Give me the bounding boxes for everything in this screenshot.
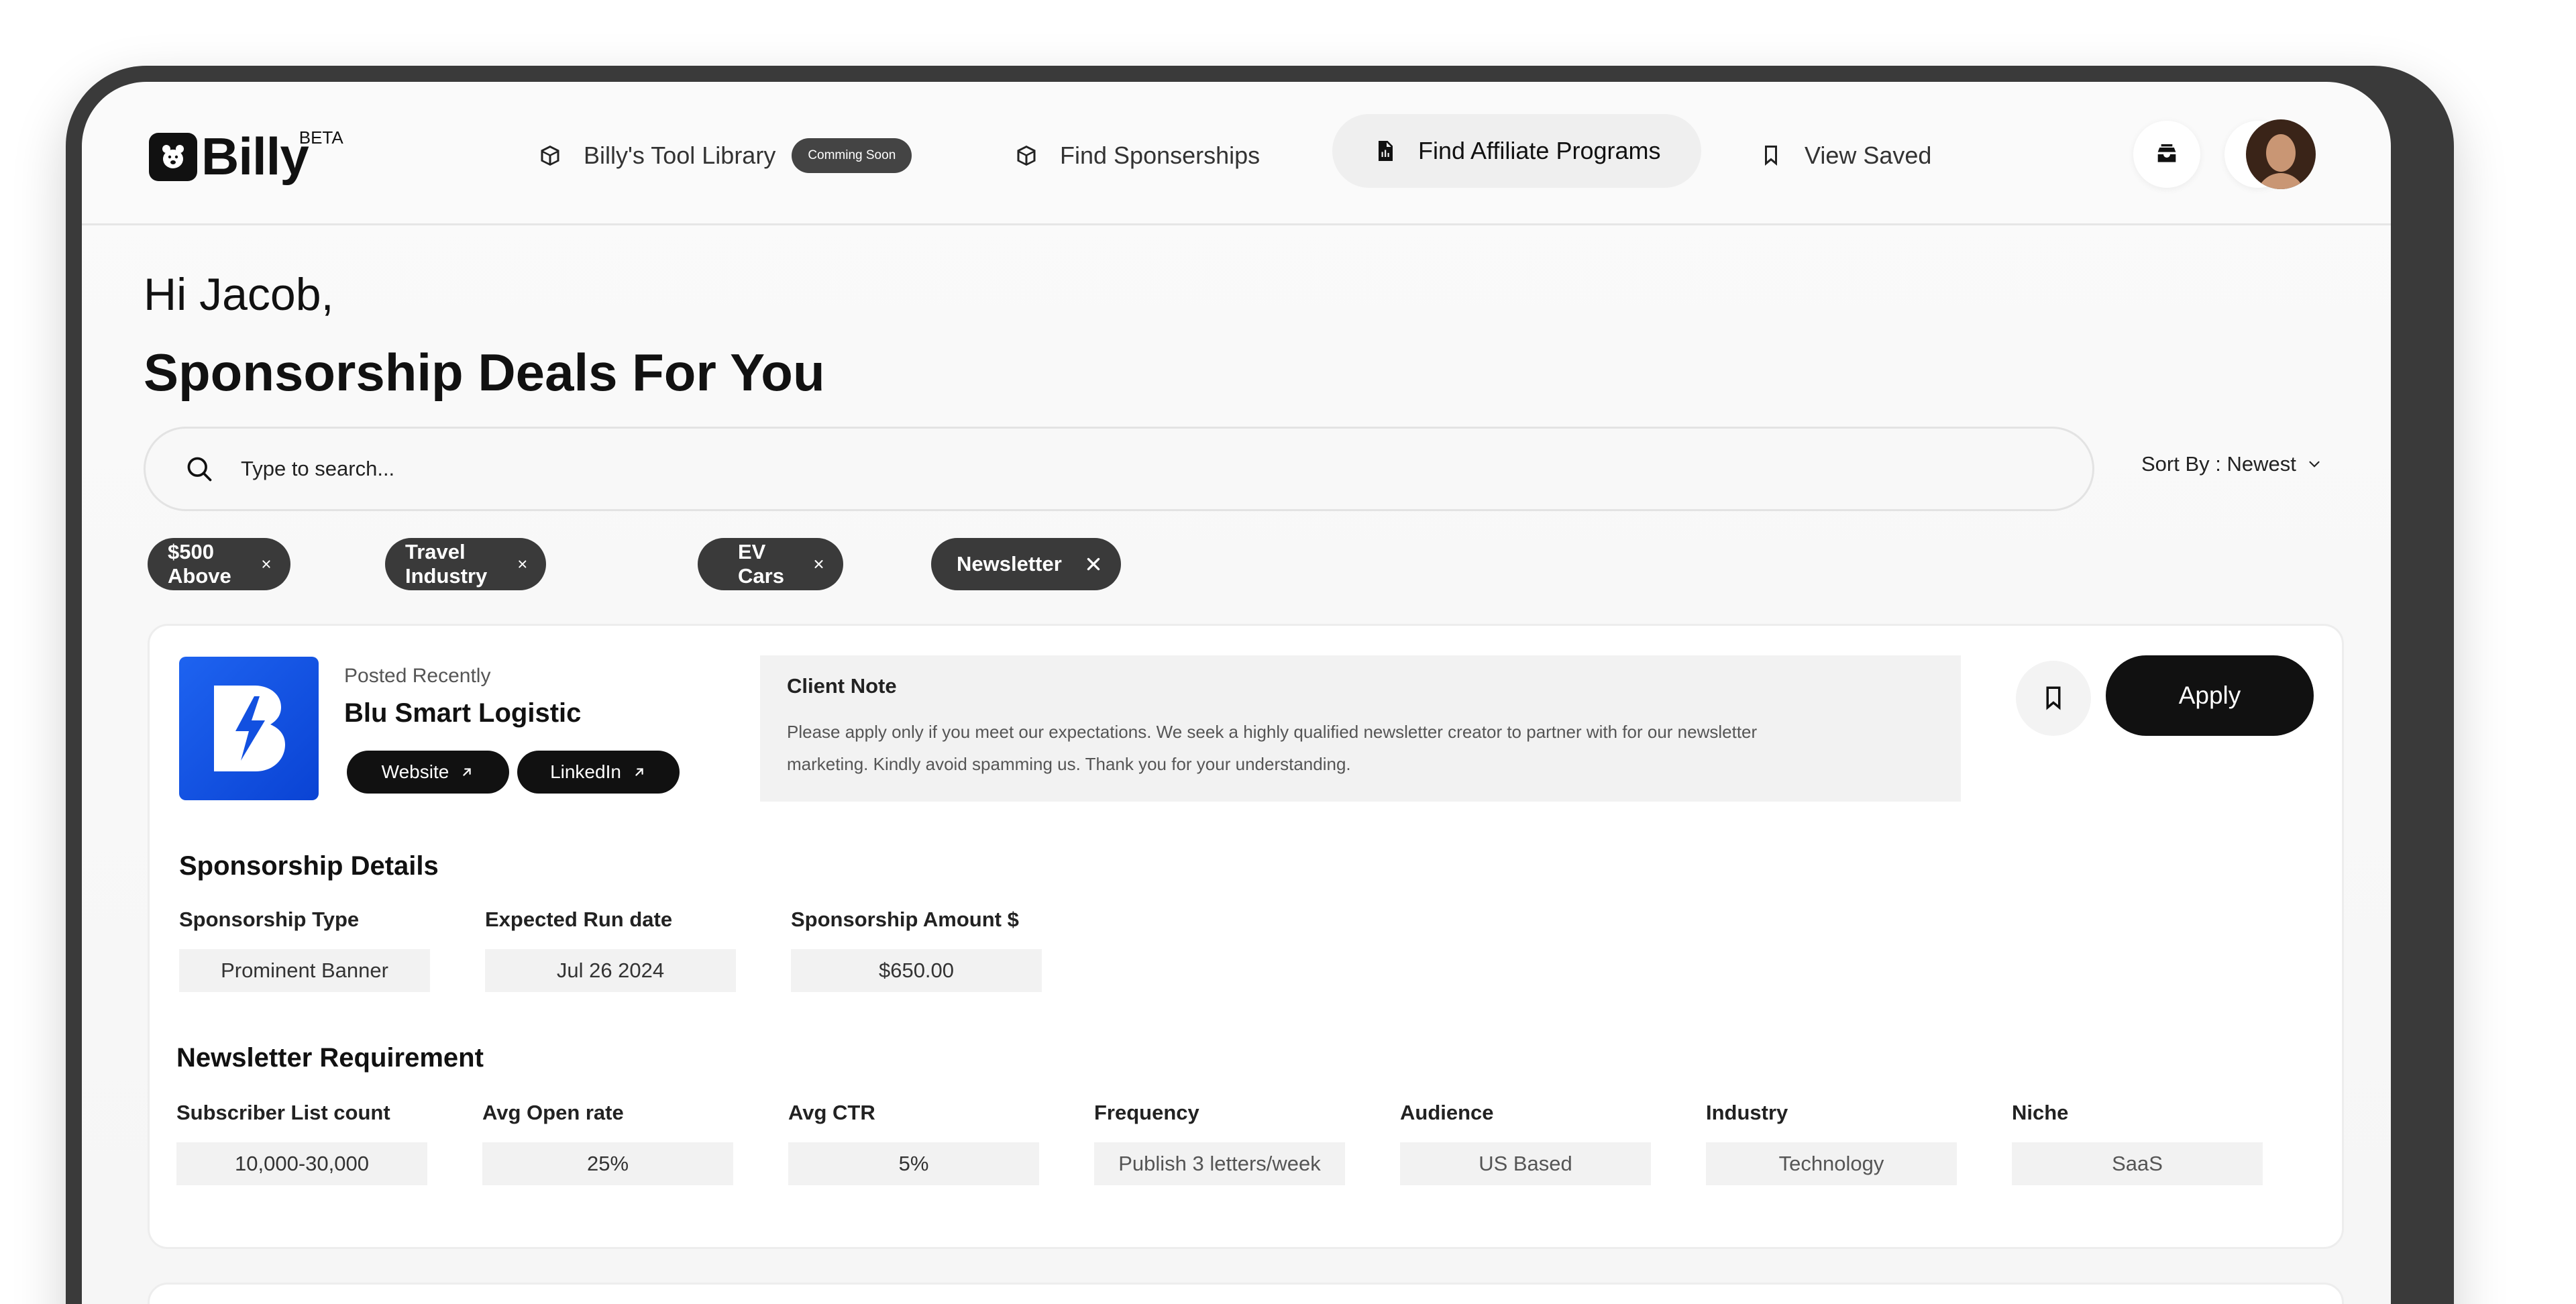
chevron-down-icon: [2309, 461, 2320, 468]
box-icon: [1017, 146, 1036, 166]
box-icon: [541, 146, 559, 166]
nav-label: Find Sponserships: [1060, 142, 1260, 169]
nav-view-saved[interactable]: View Saved: [1759, 129, 1931, 182]
field-label: Niche: [2012, 1101, 2069, 1124]
nav-label: View Saved: [1805, 142, 1932, 169]
nav-label: Billy's Tool Library: [584, 142, 776, 169]
filter-chip[interactable]: Travel Industry: [385, 538, 547, 590]
field-label: Industry: [1706, 1101, 1788, 1124]
arrow-up-right-icon: [635, 768, 643, 776]
close-icon[interactable]: [813, 555, 824, 573]
close-icon[interactable]: [1085, 555, 1102, 573]
page-title: Sponsorship Deals For You: [144, 343, 825, 402]
client-note-title: Client Note: [787, 674, 897, 698]
company-name: Blu Smart Logistic: [344, 698, 582, 728]
nav-label: Find Affiliate Programs: [1418, 137, 1661, 164]
posted-time: Posted Recently: [344, 665, 491, 687]
website-label: Website: [381, 761, 449, 782]
search-input[interactable]: [241, 457, 1985, 481]
avatar[interactable]: [2246, 119, 2316, 189]
field-value: $650.00: [791, 949, 1042, 992]
field-value: 5%: [788, 1142, 1039, 1185]
coming-soon-badge: Comming Soon: [792, 138, 912, 173]
field-label: Subscriber List count: [176, 1101, 390, 1124]
document-icon: [1379, 141, 1393, 161]
nav-tool-library[interactable]: Billy's Tool Library Comming Soon: [538, 129, 912, 182]
requirement-field: Subscriber List count 10,000-30,000: [176, 1101, 427, 1185]
bear-icon: [149, 132, 197, 181]
greeting: Hi Jacob,: [144, 269, 334, 320]
inbox-icon: [2157, 144, 2176, 162]
bookmark-icon: [1765, 146, 1777, 166]
logo-text: Billy: [201, 127, 309, 186]
client-note: Client Note Please apply only if you mee…: [760, 655, 1961, 802]
sponsorship-field: Sponsorship Amount $ $650.00: [791, 908, 1042, 992]
search-icon: [187, 457, 212, 482]
newsletter-requirement-title: Newsletter Requirement: [176, 1043, 484, 1073]
field-label: Audience: [1400, 1101, 1494, 1124]
requirement-field: Niche SaaS: [2012, 1101, 2263, 1185]
nav-find-affiliate-programs[interactable]: Find Affiliate Programs: [1332, 114, 1701, 188]
field-value: Prominent Banner: [179, 949, 430, 992]
field-value: Publish 3 letters/week: [1094, 1142, 1345, 1185]
avatar-face: [2266, 134, 2296, 172]
field-label: Avg Open rate: [482, 1101, 624, 1124]
chip-label: Travel Industry: [405, 540, 488, 588]
linkedin-button[interactable]: LinkedIn: [517, 751, 680, 794]
sort-dropdown[interactable]: Sort By : Newest: [2141, 452, 2323, 476]
requirement-field: Audience US Based: [1400, 1101, 1651, 1185]
field-label: Expected Run date: [485, 908, 673, 931]
field-label: Avg CTR: [788, 1101, 875, 1124]
apply-button[interactable]: Apply: [2106, 655, 2314, 736]
field-value: US Based: [1400, 1142, 1651, 1185]
sponsorship-field: Expected Run date Jul 26 2024: [485, 908, 736, 992]
avatar-body: [2257, 173, 2305, 189]
chip-label: Newsletter: [957, 552, 1062, 576]
nav-find-sponsorships[interactable]: Find Sponserships: [1014, 129, 1260, 182]
requirement-field: Avg CTR 5%: [788, 1101, 1039, 1185]
requirement-field: Frequency Publish 3 letters/week: [1094, 1101, 1345, 1185]
field-label: Sponsorship Type: [179, 908, 360, 931]
sponsorship-field: Sponsorship Type Prominent Banner: [179, 908, 430, 992]
company-logo-icon: [214, 686, 285, 771]
inbox-button[interactable]: [2133, 121, 2200, 188]
search-bar[interactable]: [144, 427, 2094, 511]
close-icon[interactable]: [261, 555, 272, 573]
beta-badge: BETA: [299, 127, 343, 148]
save-deal-button[interactable]: [2016, 661, 2091, 736]
requirement-field: Industry Technology: [1706, 1101, 1957, 1185]
filter-chip[interactable]: $500 Above: [148, 538, 290, 590]
close-icon[interactable]: [517, 555, 528, 573]
top-header: Billy BETA Billy's Tool Library Comming …: [82, 82, 2391, 225]
deal-card: Posted Recently Blu Smart Logistic Websi…: [148, 624, 2344, 1249]
website-button[interactable]: Website: [347, 751, 509, 794]
app-logo[interactable]: Billy BETA: [149, 126, 343, 187]
field-value: Technology: [1706, 1142, 1957, 1185]
field-value: Jul 26 2024: [485, 949, 736, 992]
field-label: Frequency: [1094, 1101, 1199, 1124]
filter-chip[interactable]: EV Cars: [698, 538, 843, 590]
field-value: 10,000-30,000: [176, 1142, 427, 1185]
field-label: Sponsorship Amount $: [791, 908, 1019, 931]
next-deal-card: [148, 1283, 2344, 1304]
client-note-line: marketing. Kindly avoid spamming us. Tha…: [787, 754, 1351, 774]
app-screen: Billy BETA Billy's Tool Library Comming …: [82, 82, 2391, 1304]
sponsorship-details-title: Sponsorship Details: [179, 851, 439, 881]
field-value: SaaS: [2012, 1142, 2263, 1185]
chip-label: EV Cars: [738, 540, 784, 588]
company-logo: [179, 657, 319, 800]
linkedin-label: LinkedIn: [550, 761, 621, 782]
requirement-field: Avg Open rate 25%: [482, 1101, 733, 1185]
field-value: 25%: [482, 1142, 733, 1185]
arrow-up-right-icon: [463, 768, 471, 776]
bookmark-icon: [2046, 686, 2061, 710]
chip-label: $500 Above: [168, 540, 231, 588]
client-note-line: Please apply only if you meet our expect…: [787, 722, 1758, 742]
filter-chip[interactable]: Newsletter: [931, 538, 1121, 590]
sort-label: Sort By : Newest: [2141, 452, 2296, 476]
